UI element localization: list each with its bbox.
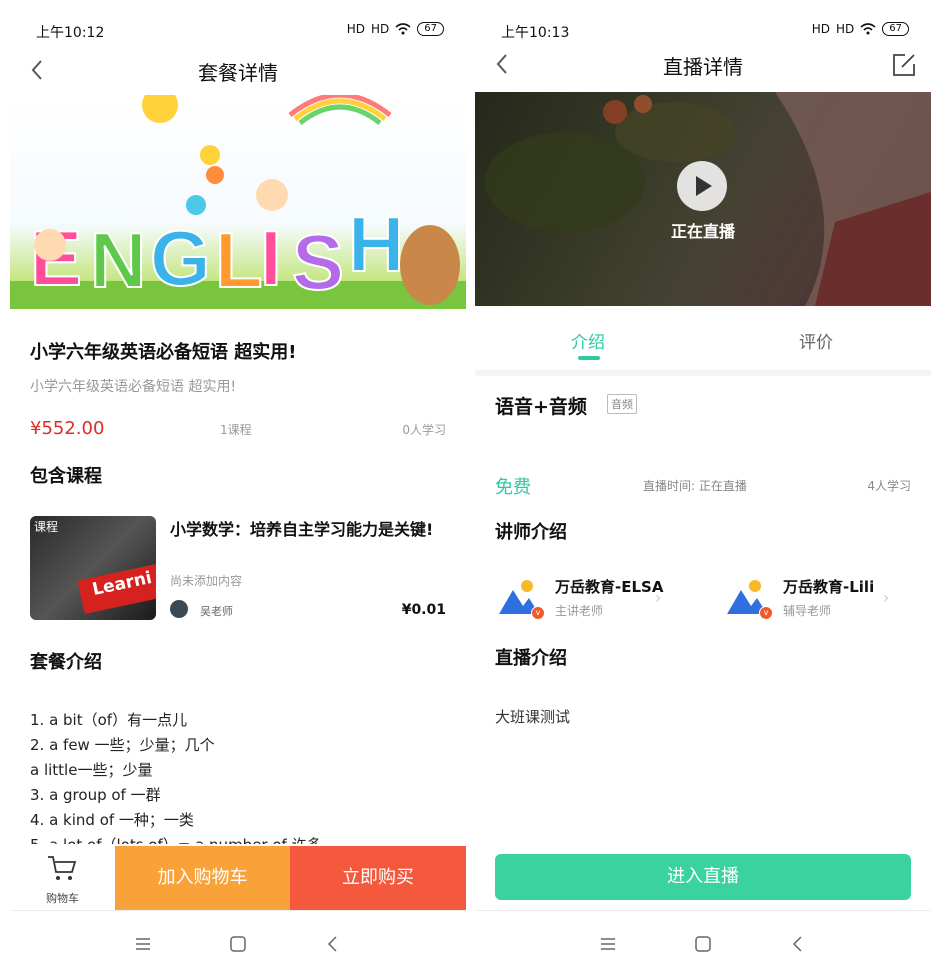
intro-line: 4. a kind of 一种；一类: [30, 811, 194, 829]
status-icons: HD HD 67: [347, 22, 444, 36]
live-intro-text: 大班课测试: [495, 708, 571, 726]
teacher-card[interactable]: v 万岳教育-Lili 辅导老师 ›: [703, 568, 913, 628]
course-note: 尚未添加内容: [170, 574, 243, 588]
page-title: 套餐详情: [198, 61, 278, 85]
intro-line: 1. a bit（of）有一点儿: [30, 711, 188, 729]
nav-bar: 直播详情: [475, 48, 931, 92]
tab-intro[interactable]: 介绍: [571, 328, 605, 353]
nav-bar: 套餐详情: [10, 48, 466, 92]
package-banner-image: E N G L I S H: [10, 95, 466, 309]
package-intro-text: 1. a bit（of）有一点儿 2. a few 一些；少量；几个 a lit…: [30, 708, 450, 844]
live-video-player[interactable]: 正在直播: [475, 92, 931, 306]
buy-now-button[interactable]: 立即购买: [290, 846, 466, 910]
chevron-right-icon: ›: [655, 588, 662, 607]
system-nav-bar: [10, 910, 466, 980]
course-title: 小学数学：培养自主学习能力是关键!: [170, 520, 434, 539]
package-title: 小学六年级英语必备短语 超实用!: [30, 342, 297, 363]
package-price: ¥552.00: [30, 418, 105, 439]
avatar: [170, 600, 188, 618]
teacher-name: 万岳教育-Lili: [783, 578, 875, 596]
home-icon[interactable]: [225, 931, 251, 957]
cart-icon: [48, 856, 77, 880]
teachers-heading: 讲师介绍: [495, 522, 567, 543]
course-tag: 课程: [34, 520, 59, 534]
live-time: 直播时间: 正在直播: [643, 479, 747, 493]
home-icon[interactable]: [690, 931, 716, 957]
wifi-icon: [395, 23, 411, 35]
nav-back-icon[interactable]: [785, 931, 811, 957]
right-screen: 上午10:13 HD HD 67 直播详情 正在直播 介绍 评价 语音+音频 音…: [475, 0, 931, 980]
intro-line: a little一些；少量: [30, 761, 153, 779]
svg-text:L: L: [215, 216, 263, 304]
battery-indicator: 67: [882, 22, 909, 36]
course-count: 1课程: [220, 423, 252, 437]
wifi-icon: [860, 23, 876, 35]
svg-text:I: I: [260, 214, 282, 302]
add-to-cart-button[interactable]: 加入购物车: [115, 846, 290, 910]
verified-badge-icon: v: [759, 606, 773, 620]
chevron-right-icon: ›: [883, 588, 890, 607]
menu-icon[interactable]: [595, 931, 621, 957]
course-thumbnail: 课程 Learni: [30, 516, 156, 620]
nav-back-icon[interactable]: [320, 931, 346, 957]
intro-line: 2. a few 一些；少量；几个: [30, 736, 215, 754]
svg-text:N: N: [90, 216, 146, 304]
status-time: 上午10:12: [36, 25, 105, 41]
system-nav-bar: [475, 910, 931, 980]
purchase-bar: 购物车 加入购物车 立即购买: [10, 846, 466, 910]
teacher-role: 主讲老师: [555, 604, 604, 618]
included-courses-heading: 包含课程: [30, 466, 102, 487]
tab-indicator: [578, 356, 600, 360]
type-badge: 音频: [607, 394, 637, 414]
edit-icon[interactable]: [891, 52, 917, 78]
teacher-card[interactable]: v 万岳教育-ELSA 主讲老师 ›: [475, 568, 685, 628]
play-button[interactable]: [677, 161, 727, 211]
live-intro-heading: 直播介绍: [495, 648, 567, 669]
svg-text:G: G: [150, 214, 211, 302]
live-status-text: 正在直播: [670, 222, 735, 241]
status-icons: HD HD 67: [812, 22, 909, 36]
enter-live-button[interactable]: 进入直播: [495, 854, 911, 900]
signal-icon: HD: [371, 22, 390, 36]
verified-badge-icon: v: [531, 606, 545, 620]
teacher-name: 万岳教育-ELSA: [555, 578, 664, 596]
page-title: 直播详情: [663, 55, 743, 79]
signal-icon: HD: [811, 22, 830, 36]
course-price: ¥0.01: [401, 602, 446, 618]
svg-text:S: S: [292, 218, 344, 306]
live-price: 免费: [495, 477, 531, 498]
cart-label: 购物车: [46, 892, 79, 905]
teacher-name: 吴老师: [200, 605, 233, 618]
intro-line: 3. a group of 一群: [30, 786, 161, 804]
left-screen: 上午10:12 HD HD 67 套餐详情 E N G L I S H: [10, 0, 466, 980]
battery-indicator: 67: [417, 22, 444, 36]
teacher-role: 辅导老师: [783, 604, 832, 618]
signal-icon: HD: [836, 22, 855, 36]
package-subtitle: 小学六年级英语必备短语 超实用!: [30, 379, 237, 395]
signal-icon: HD: [346, 22, 365, 36]
status-time: 上午10:13: [501, 25, 570, 41]
learner-count: 4人学习: [867, 479, 911, 493]
live-title: 语音+音频: [495, 396, 587, 418]
menu-icon[interactable]: [130, 931, 156, 957]
learner-count: 0人学习: [402, 423, 446, 437]
intro-line: 5. a lot of（lots of）= a number of 许多: [30, 833, 450, 844]
svg-text:H: H: [348, 200, 404, 288]
tab-reviews[interactable]: 评价: [799, 328, 833, 353]
cart-button[interactable]: 购物车: [10, 846, 115, 910]
play-icon: [696, 176, 712, 196]
divider: [475, 370, 931, 376]
package-intro-heading: 套餐介绍: [30, 652, 102, 673]
